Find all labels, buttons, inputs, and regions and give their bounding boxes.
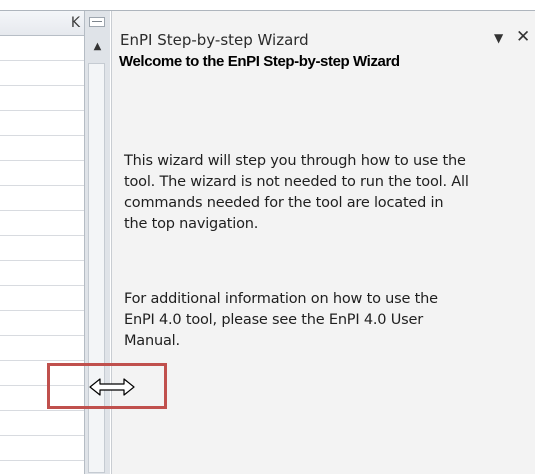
column-header-k[interactable]: K bbox=[71, 15, 80, 31]
highlight-annotation-box bbox=[47, 363, 167, 409]
row-gridline bbox=[0, 335, 84, 336]
column-header[interactable]: K bbox=[0, 11, 84, 36]
row-gridline bbox=[0, 160, 84, 161]
row-gridline bbox=[0, 60, 84, 61]
row-gridline bbox=[0, 110, 84, 111]
row-gridline bbox=[0, 185, 84, 186]
row-gridline bbox=[0, 210, 84, 211]
scroll-up-arrow-icon[interactable]: ▲ bbox=[86, 35, 109, 57]
row-gridline bbox=[0, 410, 84, 411]
pane-close-icon[interactable]: ✕ bbox=[516, 27, 530, 47]
pane-title: EnPI Step-by-step Wizard bbox=[120, 31, 309, 49]
wizard-heading: Welcome to the EnPI Step-by-step Wizard bbox=[119, 53, 400, 70]
row-gridline bbox=[0, 460, 84, 461]
row-gridline bbox=[0, 85, 84, 86]
row-gridline bbox=[0, 310, 84, 311]
pane-options-dropdown-icon[interactable]: ▼ bbox=[494, 31, 503, 45]
row-gridline bbox=[0, 260, 84, 261]
wizard-info-text: For additional information on how to use… bbox=[124, 291, 438, 349]
row-gridline bbox=[0, 285, 84, 286]
row-gridline bbox=[0, 235, 84, 236]
row-gridline bbox=[0, 435, 84, 436]
wizard-intro-text: This wizard will step you through how to… bbox=[124, 153, 469, 232]
split-box[interactable] bbox=[89, 17, 105, 27]
row-gridline bbox=[0, 135, 84, 136]
row-gridline bbox=[0, 360, 84, 361]
scrollbar-thumb[interactable] bbox=[88, 63, 105, 473]
task-pane: EnPI Step-by-step Wizard ▼ ✕ Welcome to … bbox=[111, 11, 535, 474]
